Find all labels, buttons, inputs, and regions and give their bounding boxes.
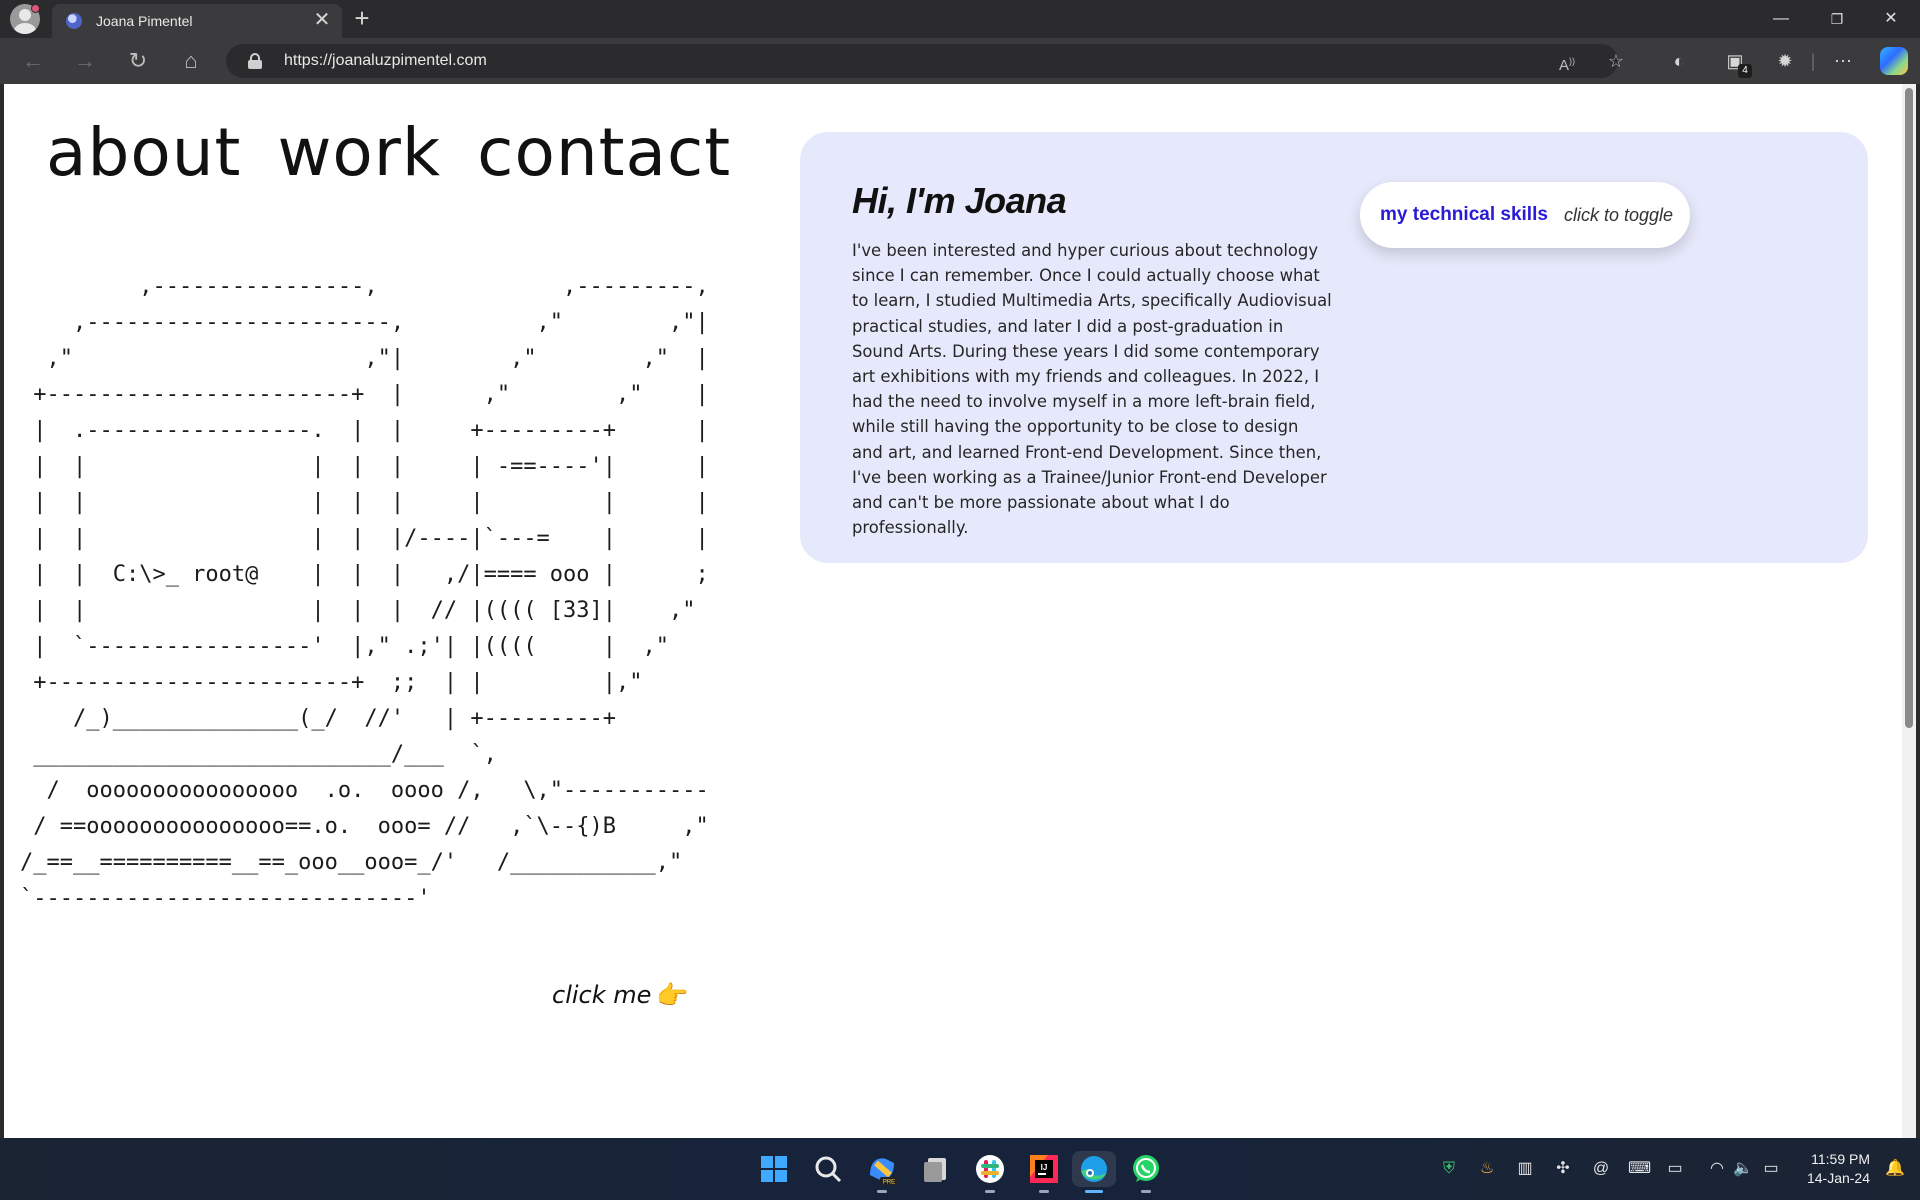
tray-flame-icon[interactable]: ♨: [1476, 1158, 1498, 1180]
skills-toggle-label: my technical skills: [1380, 204, 1548, 225]
extension-badge: 4: [1738, 64, 1752, 78]
nav-link-contact[interactable]: contact: [477, 114, 731, 191]
extension-shield-icon[interactable]: ◐: [1666, 48, 1692, 74]
main-navigation: about work contact: [46, 114, 731, 191]
site-favicon-icon: [66, 13, 82, 29]
home-icon[interactable]: ⌂: [174, 46, 208, 76]
windows-taskbar: PRE IJ ⛨ ♨ ▥ ✣ @ ⌨ ▭ ◠ 🔈 ▭ 11:59 PM 14-J…: [0, 1138, 1920, 1200]
address-bar[interactable]: https://joanaluzpimentel.com A)) ☆: [226, 44, 1624, 78]
tab-title: Joana Pimentel: [96, 13, 193, 29]
about-title: Hi, I'm Joana: [852, 180, 1067, 221]
security-shield-icon[interactable]: ⛨: [1438, 1158, 1460, 1180]
battery-icon[interactable]: ▭: [1760, 1158, 1782, 1180]
scrollbar-thumb[interactable]: [1905, 88, 1913, 728]
toolbar-divider: |: [1810, 51, 1816, 71]
volume-icon[interactable]: 🔈: [1732, 1158, 1754, 1180]
nav-link-work[interactable]: work: [277, 114, 441, 191]
search-icon[interactable]: [810, 1151, 846, 1187]
minimize-window-button[interactable]: —: [1754, 0, 1808, 38]
pointing-hand-icon: 👉: [656, 980, 689, 1010]
notification-bell-icon[interactable]: 🔔: [1884, 1158, 1906, 1180]
refresh-icon[interactable]: ↻: [121, 46, 155, 76]
browser-title-bar: Joana Pimentel ✕ + — ❐ ✕: [0, 0, 1920, 38]
taskbar-indicator: [1039, 1190, 1049, 1193]
file-explorer-icon[interactable]: [918, 1151, 954, 1187]
display-icon[interactable]: ▭: [1664, 1158, 1686, 1180]
tab-close-icon[interactable]: ✕: [310, 8, 334, 32]
close-window-button[interactable]: ✕: [1864, 0, 1918, 38]
lock-icon[interactable]: [248, 53, 262, 69]
about-card: Hi, I'm Joana I've been interested and h…: [800, 132, 1868, 563]
slack-icon[interactable]: [972, 1151, 1008, 1193]
clock-time: 11:59 PM: [1811, 1151, 1870, 1167]
svg-text:PRE: PRE: [883, 1180, 895, 1186]
taskbar-indicator: [985, 1190, 995, 1193]
read-aloud-icon[interactable]: A)): [1554, 49, 1580, 74]
about-body-text: I've been interested and hyper curious a…: [852, 241, 1332, 538]
wifi-icon[interactable]: ◠: [1706, 1158, 1728, 1180]
favorite-star-icon[interactable]: ☆: [1603, 49, 1629, 73]
tray-bars-icon[interactable]: ▥: [1514, 1158, 1536, 1180]
whatsapp-icon[interactable]: [1128, 1151, 1164, 1193]
url-text[interactable]: https://joanaluzpimentel.com: [284, 52, 487, 70]
taskbar-indicator: [1141, 1190, 1151, 1193]
tray-at-icon[interactable]: @: [1590, 1158, 1612, 1180]
edge-browser-icon[interactable]: [1072, 1151, 1116, 1193]
forward-arrow-icon[interactable]: →: [68, 46, 102, 76]
page-viewport: about work contact ,----------------, ,-…: [4, 84, 1902, 1138]
extension-gear-icon[interactable]: ✹: [1772, 48, 1798, 74]
tray-slack-icon[interactable]: ✣: [1552, 1158, 1574, 1180]
back-arrow-icon[interactable]: ←: [16, 46, 50, 76]
browser-toolbar: ← → ↻ ⌂ https://joanaluzpimentel.com A))…: [0, 38, 1920, 84]
nav-link-about[interactable]: about: [46, 114, 241, 191]
keyboard-icon[interactable]: ⌨: [1628, 1158, 1651, 1180]
skills-toggle-hint: click to toggle: [1564, 205, 1674, 225]
start-windows-icon[interactable]: [756, 1151, 792, 1187]
taskbar-indicator: [877, 1190, 887, 1193]
copilot-preview-icon[interactable]: PRE: [864, 1151, 900, 1193]
click-me-link[interactable]: click me: [552, 981, 651, 1009]
browser-tab-active[interactable]: Joana Pimentel ✕: [52, 4, 342, 38]
extension-puzzle-icon[interactable]: ▣ 4: [1722, 48, 1752, 78]
more-options-icon[interactable]: ⋯: [1830, 48, 1856, 74]
technical-skills-toggle-button[interactable]: my technical skills click to toggle: [1360, 182, 1690, 248]
svg-text:IJ: IJ: [1041, 1163, 1048, 1172]
taskbar-indicator-active: [1085, 1190, 1103, 1193]
page-scrollbar[interactable]: [1902, 84, 1916, 1138]
copilot-icon[interactable]: [1880, 47, 1908, 75]
system-clock[interactable]: 11:59 PM 14-Jan-24: [1807, 1150, 1870, 1188]
intellij-idea-icon[interactable]: IJ: [1026, 1151, 1062, 1193]
profile-status-dot: [31, 4, 40, 13]
restore-window-button[interactable]: ❐: [1810, 0, 1864, 38]
ascii-computer-art: ,----------------, ,---------, ,--------…: [20, 274, 709, 911]
new-tab-button[interactable]: +: [348, 4, 376, 32]
clock-date: 14-Jan-24: [1806, 1170, 1870, 1186]
